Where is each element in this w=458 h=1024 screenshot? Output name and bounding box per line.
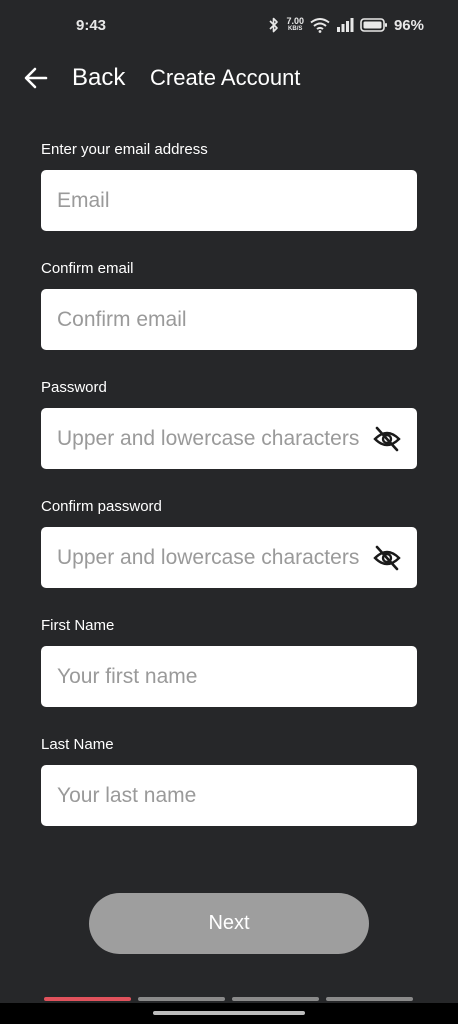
network-speed-unit: KB/S bbox=[288, 26, 303, 32]
status-time: 9:43 bbox=[76, 17, 107, 34]
next-button[interactable]: Next bbox=[89, 893, 369, 954]
first-name-field-box bbox=[41, 646, 417, 707]
battery-percent: 96% bbox=[393, 16, 424, 34]
network-speed-value: 7.00 bbox=[286, 16, 304, 26]
back-arrow-icon[interactable] bbox=[22, 64, 50, 92]
confirm-email-label: Confirm email bbox=[41, 260, 134, 277]
progress-segment-3 bbox=[232, 997, 319, 1001]
confirm-password-label: Confirm password bbox=[41, 498, 162, 515]
page-title: Create Account bbox=[150, 65, 301, 90]
email-field-box bbox=[41, 170, 417, 231]
progress-segment-2 bbox=[138, 997, 225, 1001]
eye-off-icon[interactable] bbox=[373, 544, 401, 572]
bluetooth-icon bbox=[268, 17, 280, 33]
progress-segment-4 bbox=[326, 997, 413, 1001]
create-account-screen: 9:43 7.00 KB/S 96% Back Create Account E… bbox=[0, 0, 458, 1024]
status-bar: 9:43 7.00 KB/S 96% bbox=[0, 0, 458, 52]
wifi-icon bbox=[310, 17, 330, 33]
status-icons: 7.00 KB/S 96% bbox=[268, 14, 424, 36]
confirm-email-input[interactable] bbox=[41, 289, 417, 350]
progress-segment-1 bbox=[44, 997, 131, 1001]
eye-off-icon[interactable] bbox=[373, 425, 401, 453]
password-label: Password bbox=[41, 379, 107, 396]
back-button[interactable]: Back bbox=[72, 64, 125, 92]
step-progress bbox=[44, 997, 414, 1002]
email-input[interactable] bbox=[41, 170, 417, 231]
confirm-email-field-box bbox=[41, 289, 417, 350]
network-speed: 7.00 KB/S bbox=[286, 17, 304, 33]
first-name-input[interactable] bbox=[41, 646, 417, 707]
first-name-label: First Name bbox=[41, 617, 115, 634]
signal-icon bbox=[336, 17, 354, 33]
app-header: Back Create Account bbox=[0, 52, 458, 104]
last-name-field-box bbox=[41, 765, 417, 826]
password-field-box bbox=[41, 408, 417, 469]
home-indicator[interactable] bbox=[153, 1011, 305, 1015]
password-input[interactable] bbox=[41, 408, 417, 469]
confirm-password-input[interactable] bbox=[41, 527, 417, 588]
email-label: Enter your email address bbox=[41, 141, 208, 158]
last-name-input[interactable] bbox=[41, 765, 417, 826]
last-name-label: Last Name bbox=[41, 736, 114, 753]
battery-icon bbox=[360, 17, 388, 33]
confirm-password-field-box bbox=[41, 527, 417, 588]
